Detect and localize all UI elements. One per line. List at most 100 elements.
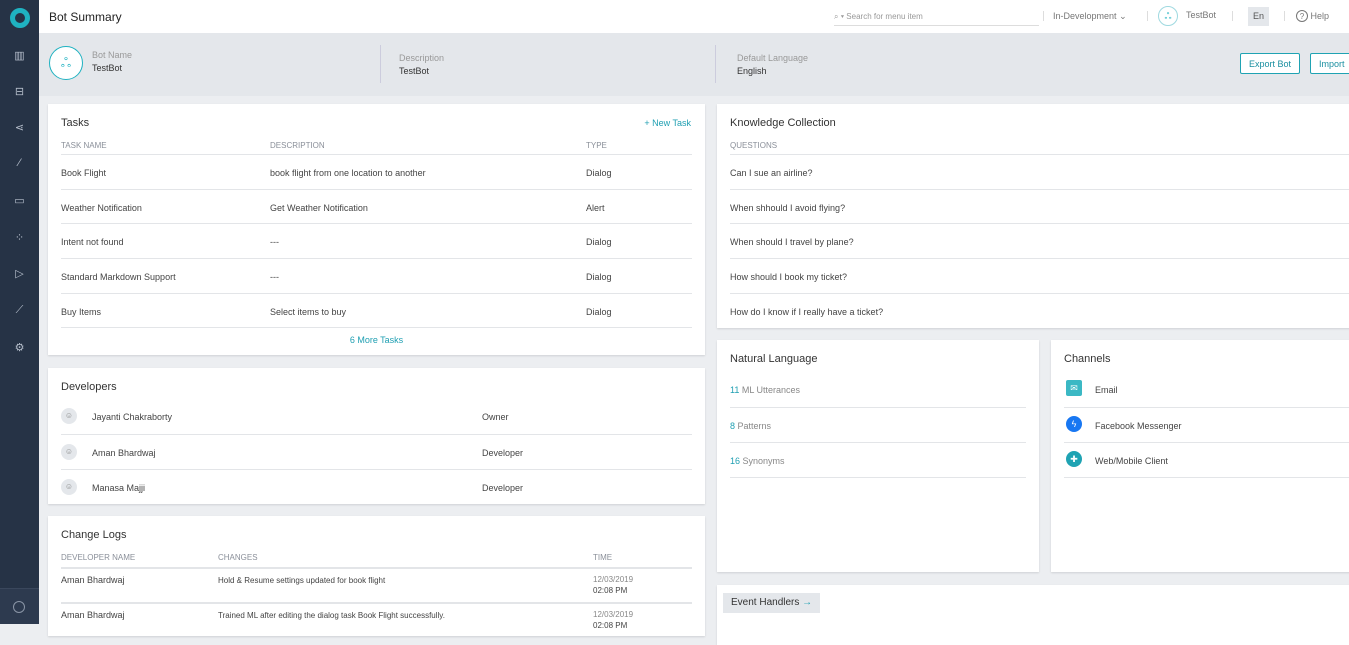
language-badge[interactable]: En bbox=[1248, 7, 1269, 26]
column-header: TYPE bbox=[586, 141, 607, 150]
developer-role: Developer bbox=[482, 448, 523, 458]
bot-name-label: Bot Name bbox=[92, 50, 132, 60]
description-label: Description bbox=[399, 53, 444, 63]
sidebar: ▥ ⊟ ⋖ ⁄ ▭ ⁘ ▷ ⟋ ⚙ bbox=[0, 0, 39, 624]
question-row[interactable]: How should I book my ticket? bbox=[730, 258, 1349, 293]
analytics-icon[interactable]: ⟋ bbox=[0, 304, 39, 317]
task-description: book flight from one location to another bbox=[270, 168, 426, 178]
bot-avatar-icon: ஃ bbox=[1158, 6, 1178, 26]
task-row[interactable]: Book Flight book flight from one locatio… bbox=[61, 154, 692, 189]
task-row[interactable]: Buy Items Select items to buy Dialog bbox=[61, 293, 692, 328]
share-icon[interactable]: ⋖ bbox=[0, 121, 39, 134]
task-row[interactable]: Weather Notification Get Weather Notific… bbox=[61, 189, 692, 224]
knowledge-title: Knowledge Collection bbox=[730, 117, 836, 129]
app-logo[interactable] bbox=[10, 8, 30, 28]
web-client-icon: ✚ bbox=[1066, 451, 1082, 467]
channel-name: Facebook Messenger bbox=[1095, 421, 1182, 431]
channel-row[interactable]: ✚ Web/Mobile Client bbox=[1064, 442, 1349, 477]
developer-row: ☺ Aman Bhardwaj Developer bbox=[61, 434, 692, 469]
search-placeholder: Search for menu item bbox=[846, 12, 922, 21]
tasks-title: Tasks bbox=[61, 117, 89, 129]
task-name: Standard Markdown Support bbox=[61, 272, 176, 282]
language-value: English bbox=[737, 66, 767, 76]
developer-name: Aman Bhardwaj bbox=[92, 448, 156, 458]
search-input[interactable]: ⌕ ▾ Search for menu item bbox=[834, 8, 1039, 26]
environment-dropdown[interactable]: In-Development ⌄ bbox=[1053, 11, 1127, 22]
developer-name: Jayanti Chakraborty bbox=[92, 412, 172, 422]
new-task-button[interactable]: + New Task bbox=[644, 118, 691, 128]
task-description: --- bbox=[270, 237, 279, 247]
nl-item: 11 ML Utterances bbox=[730, 385, 800, 395]
question-text: When should I travel by plane? bbox=[730, 237, 854, 247]
tasks-card: Tasks + New Task TASK NAME DESCRIPTION T… bbox=[48, 104, 705, 355]
bot-name-value: TestBot bbox=[92, 63, 122, 73]
more-tasks-link[interactable]: 6 More Tasks bbox=[48, 335, 705, 345]
question-row[interactable]: How do I know if I really have a ticket? bbox=[730, 293, 1349, 328]
change-logs-card: Change Logs DEVELOPER NAME CHANGES TIME … bbox=[48, 516, 705, 636]
change-logs-title: Change Logs bbox=[61, 529, 126, 541]
task-type: Dialog bbox=[586, 272, 612, 282]
log-time: 02:08 PM bbox=[593, 586, 627, 595]
help-icon: ? bbox=[1296, 10, 1308, 22]
natural-language-card: Natural Language 11 ML Utterances 8 Patt… bbox=[717, 340, 1039, 572]
log-change: Hold & Resume settings updated for book … bbox=[218, 576, 385, 585]
task-name: Intent not found bbox=[61, 237, 124, 247]
settings-gear-icon[interactable]: ⚙ bbox=[0, 341, 39, 354]
knowledge-collection-card: Knowledge Collection QUESTIONS Can I sue… bbox=[717, 104, 1349, 328]
task-row[interactable]: Standard Markdown Support --- Dialog bbox=[61, 258, 692, 293]
nl-item: 16 Synonyms bbox=[730, 456, 785, 466]
log-date: 12/03/2019 bbox=[593, 575, 633, 584]
nl-count: 8 bbox=[730, 421, 735, 431]
log-time: 02:08 PM bbox=[593, 621, 627, 630]
chat-icon[interactable]: ▭ bbox=[0, 194, 39, 207]
help-link[interactable]: ? Help bbox=[1296, 10, 1329, 22]
column-header: QUESTIONS bbox=[730, 141, 777, 150]
developer-row: ☺ Manasa Majji Developer bbox=[61, 469, 692, 504]
column-header: TIME bbox=[593, 553, 612, 562]
language-label: Default Language bbox=[737, 53, 808, 63]
nl-row[interactable]: 16 Synonyms bbox=[730, 442, 1026, 477]
description-value: TestBot bbox=[399, 66, 429, 76]
task-type: Dialog bbox=[586, 168, 612, 178]
task-description: Select items to buy bbox=[270, 307, 346, 317]
task-row[interactable]: Intent not found --- Dialog bbox=[61, 223, 692, 258]
nl-label: Synonyms bbox=[743, 456, 785, 466]
task-type: Dialog bbox=[586, 307, 612, 317]
nl-row[interactable]: 8 Patterns bbox=[730, 407, 1026, 442]
divider bbox=[1064, 477, 1349, 478]
channels-card: Channels ✉ Email ϟ Facebook Messenger ✚ … bbox=[1051, 340, 1349, 572]
question-text: Can I sue an airline? bbox=[730, 168, 813, 178]
channel-row[interactable]: ✉ Email bbox=[1064, 372, 1349, 407]
bot-selector[interactable]: TestBot bbox=[1186, 10, 1216, 20]
bot-builder-icon[interactable]: ⊟ bbox=[0, 85, 39, 98]
user-icon: ☺ bbox=[61, 444, 77, 460]
channel-row[interactable]: ϟ Facebook Messenger bbox=[1064, 407, 1349, 442]
profile-button[interactable] bbox=[0, 588, 39, 624]
column-header: TASK NAME bbox=[61, 141, 107, 150]
bot-info-band: ஃ Bot Name TestBot Description TestBot D… bbox=[39, 33, 1349, 96]
flag-icon[interactable]: ▷ bbox=[0, 267, 39, 280]
top-bar: Bot Summary ⌕ ▾ Search for menu item In-… bbox=[39, 0, 1349, 33]
export-bot-button[interactable]: Export Bot bbox=[1240, 53, 1300, 74]
task-name: Book Flight bbox=[61, 168, 106, 178]
summary-icon[interactable]: ▥ bbox=[0, 49, 39, 62]
apps-grid-icon[interactable]: ⁘ bbox=[0, 231, 39, 244]
task-description: --- bbox=[270, 272, 279, 282]
question-row[interactable]: Can I sue an airline? bbox=[730, 154, 1349, 189]
nl-row[interactable]: 11 ML Utterances bbox=[730, 372, 1026, 407]
user-icon: ☺ bbox=[61, 479, 77, 495]
question-row[interactable]: When shhould I avoid flying? bbox=[730, 189, 1349, 224]
log-developer: Aman Bhardwaj bbox=[61, 610, 125, 620]
channels-title: Channels bbox=[1064, 353, 1110, 365]
channel-name: Web/Mobile Client bbox=[1095, 456, 1168, 466]
change-log-row: Aman Bhardwaj Trained ML after editing t… bbox=[61, 602, 692, 637]
channel-name: Email bbox=[1095, 385, 1118, 395]
import-button[interactable]: Import bbox=[1310, 53, 1349, 74]
column-header: CHANGES bbox=[218, 553, 258, 562]
user-icon: ☺ bbox=[61, 408, 77, 424]
question-row[interactable]: When should I travel by plane? bbox=[730, 223, 1349, 258]
developer-row: ☺ Jayanti Chakraborty Owner bbox=[61, 399, 692, 434]
event-handlers-button[interactable]: Event Handlers → bbox=[723, 593, 820, 613]
magic-wand-icon[interactable]: ⁄ bbox=[0, 157, 39, 169]
task-description: Get Weather Notification bbox=[270, 203, 368, 213]
